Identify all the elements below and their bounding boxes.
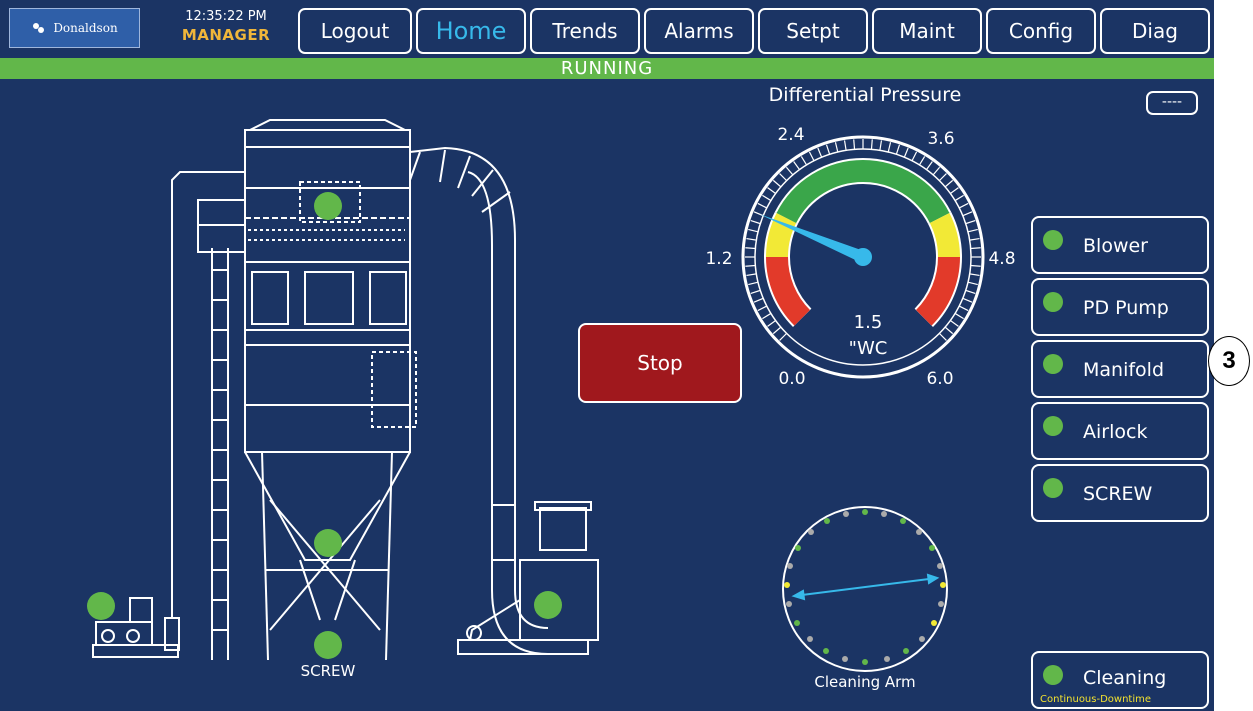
cleaning-button[interactable]: Cleaning Continuous-Downtime (1031, 651, 1209, 709)
gauge-tick-mark (745, 247, 756, 250)
gauge-tick-mark (785, 166, 794, 176)
gauge-tick-mark (746, 237, 757, 241)
gauge-tick-mark (748, 281, 759, 286)
gauge-tick-mark (843, 140, 847, 151)
gauge-tick-mark (962, 211, 973, 217)
gauge-tick-mark (834, 142, 839, 153)
gauge-tick-mark (954, 194, 964, 202)
screw-diagram-label: SCREW (300, 662, 356, 680)
gauge-tick-mark (762, 312, 772, 320)
gauge-tick-mark (762, 194, 772, 202)
gauge-tick-mark (969, 273, 980, 277)
gauge-tick-mark (757, 202, 768, 209)
callout-marker: 3 (1208, 336, 1250, 386)
airlock-button[interactable]: Airlock (1031, 402, 1209, 460)
gauge-tick-mark (969, 237, 980, 241)
gauge-tick-mark (753, 297, 764, 303)
gauge-tick-2-4: 2.4 (777, 125, 805, 145)
gauge-tick-mark (932, 166, 941, 176)
gauge-tick-mark (772, 326, 782, 335)
gauge-tick-mark (944, 326, 954, 335)
blower-label: Blower (1083, 235, 1148, 257)
gauge-tick-mark (950, 319, 959, 327)
manifold-status-led (1043, 354, 1063, 374)
gauge-tick-mark (918, 156, 926, 166)
manifold-label: Manifold (1083, 359, 1165, 381)
gauge-tick-mark (825, 144, 831, 155)
blower-button[interactable]: Blower (1031, 216, 1209, 274)
gauge-tick-mark (745, 264, 756, 267)
manifold-button[interactable]: Manifold (1031, 340, 1209, 398)
pd-pump-button[interactable]: PD Pump (1031, 278, 1209, 336)
gauge-value: 1.5 (853, 312, 883, 333)
gauge-tick-mark (962, 297, 973, 303)
gauge-tick-mark (767, 319, 776, 327)
gauge-tick-mark (911, 151, 918, 162)
gauge-tick-4-8: 4.8 (988, 249, 1016, 269)
cleaning-arm-label: Cleaning Arm (814, 673, 916, 691)
gauge-tick-mark (965, 289, 976, 295)
airlock-label: Airlock (1083, 421, 1148, 443)
gauge-tick-mark (800, 156, 808, 166)
gauge-tick-mark (779, 332, 788, 341)
gauge-tick-mark (748, 228, 759, 233)
gauge-tick-mark (958, 305, 969, 312)
gauge-tick-mark (746, 273, 757, 277)
gauge-tick-1-2: 1.2 (705, 249, 733, 269)
gauge-tick-mark (772, 179, 782, 188)
gauge-tick-mark (757, 305, 768, 312)
gauge-hub (854, 248, 872, 266)
pd-pump-label: PD Pump (1083, 297, 1169, 319)
gauge-tick-mark (750, 219, 761, 225)
gauge-tick-mark (967, 228, 978, 233)
gauge-tick-mark (938, 332, 947, 341)
gauge-tick-mark (808, 151, 815, 162)
gauge-tick-mark (879, 140, 883, 151)
gauge-tick-0-0: 0.0 (778, 369, 806, 389)
screw-button[interactable]: SCREW (1031, 464, 1209, 522)
cleaning-status-led (1043, 665, 1063, 685)
gauge-tick-mark (938, 173, 947, 182)
gauge-tick-mark (817, 147, 823, 158)
cleaning-label: Cleaning (1083, 667, 1167, 689)
pd-pump-status-led (1043, 292, 1063, 312)
gauge-tick-mark (958, 202, 969, 209)
gauge-tick-mark (903, 147, 909, 158)
gauge-tick-mark (750, 289, 761, 295)
screw-button-status-led (1043, 478, 1063, 498)
gauge-tick-mark (779, 173, 788, 182)
gauge-tick-mark (793, 161, 801, 170)
gauge-zone (776, 160, 950, 224)
gauge-tick-mark (944, 179, 954, 188)
blower-status-led (1043, 230, 1063, 250)
cleaning-mode-label: Continuous-Downtime (1040, 694, 1152, 705)
gauge-tick-3-6: 3.6 (927, 129, 955, 149)
gauge-tick-mark (895, 144, 901, 155)
gauge-tick-mark (887, 142, 892, 153)
screw-button-label: SCREW (1083, 483, 1153, 505)
gauge-tick-mark (965, 219, 976, 225)
airlock-status-led (1043, 416, 1063, 436)
gauge-zone (929, 212, 960, 258)
hmi-screen: Donaldson 12:35:22 PM MANAGER Logout Hom… (0, 0, 1214, 711)
stop-button[interactable]: Stop (578, 323, 742, 403)
gauge-tick-mark (925, 161, 933, 170)
gauge-tick-mark (950, 187, 959, 195)
gauge-tick-mark (767, 187, 776, 195)
gauge-tick-mark (870, 139, 873, 150)
gauge-tick-6-0: 6.0 (926, 369, 954, 389)
gauge-tick-mark (954, 312, 964, 320)
gauge-tick-mark (853, 139, 856, 150)
gauge-unit: "WC (848, 338, 888, 359)
gauge-tick-mark (967, 281, 978, 286)
